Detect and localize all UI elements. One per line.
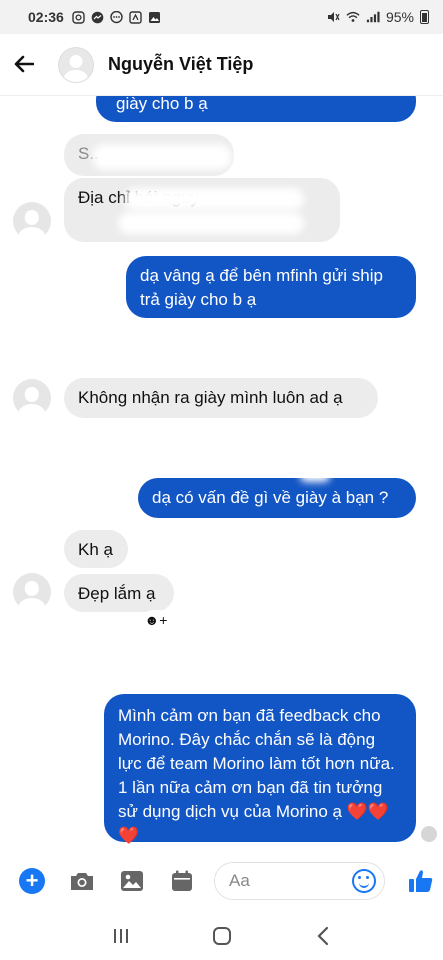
battery-icon <box>420 10 429 24</box>
message-input[interactable]: Aa <box>214 862 385 900</box>
contact-name[interactable]: Nguyễn Việt Tiệp <box>108 54 253 75</box>
camera-icon[interactable] <box>68 867 96 895</box>
message-bubble-outgoing[interactable]: dạ có vấn đề gì về giày à bạn ? <box>138 478 416 518</box>
redaction-blur <box>300 470 330 482</box>
conversation-header: Nguyễn Việt Tiệp <box>0 34 443 96</box>
home-icon[interactable] <box>207 921 237 951</box>
message-bubble-incoming[interactable]: Không nhận ra giày mình luôn ad ạ <box>64 378 378 418</box>
recent-apps-icon[interactable] <box>106 921 136 951</box>
status-bar: 02:36 95% <box>0 0 443 34</box>
image-icon[interactable] <box>118 867 146 895</box>
redaction-blur <box>124 188 304 210</box>
redaction-blur <box>92 144 232 170</box>
message-input-placeholder: Aa <box>229 871 250 890</box>
emoji-icon[interactable] <box>352 869 376 893</box>
system-nav-bar <box>0 912 443 960</box>
add-reaction-icon[interactable]: ☻+ <box>143 610 169 630</box>
message-bubble-outgoing[interactable]: dạ vâng ạ để bên mfinh gửi ship trả giày… <box>126 256 416 318</box>
notification-icon <box>72 10 86 24</box>
wifi-icon <box>346 10 360 24</box>
messenger-icon <box>91 10 105 24</box>
message-composer: + Aa <box>0 850 443 912</box>
sender-avatar[interactable] <box>13 202 51 240</box>
gallery-icon <box>148 10 162 24</box>
redaction-blur <box>118 212 304 234</box>
add-icon[interactable]: + <box>18 867 46 895</box>
message-bubble-incoming[interactable]: Kh ạ <box>64 530 128 568</box>
message-bubble-incoming[interactable]: Đẹp lắm ạ <box>64 574 174 612</box>
message-list[interactable]: giày cho b ạ S... Địa chỉ hái nguy dạ vâ… <box>0 96 443 850</box>
message-bubble-outgoing[interactable]: giày cho b ạ <box>96 96 416 122</box>
app-icon <box>129 10 143 24</box>
signal-icon <box>366 10 380 24</box>
status-time: 02:36 <box>28 9 64 25</box>
contact-avatar[interactable] <box>58 46 94 83</box>
back-nav-icon[interactable] <box>308 921 338 951</box>
sender-avatar[interactable] <box>13 379 51 417</box>
mute-icon <box>326 10 340 24</box>
like-icon[interactable] <box>407 867 435 895</box>
battery-percent: 95% <box>385 9 414 25</box>
back-arrow-icon[interactable] <box>14 49 58 80</box>
sender-avatar[interactable] <box>13 573 51 611</box>
message-bubble-outgoing[interactable]: Mình cảm ơn bạn đã feedback cho Morino. … <box>104 694 416 845</box>
calendar-icon[interactable] <box>168 867 196 895</box>
chat-bubble-icon <box>110 10 124 24</box>
seen-avatar <box>421 826 437 842</box>
